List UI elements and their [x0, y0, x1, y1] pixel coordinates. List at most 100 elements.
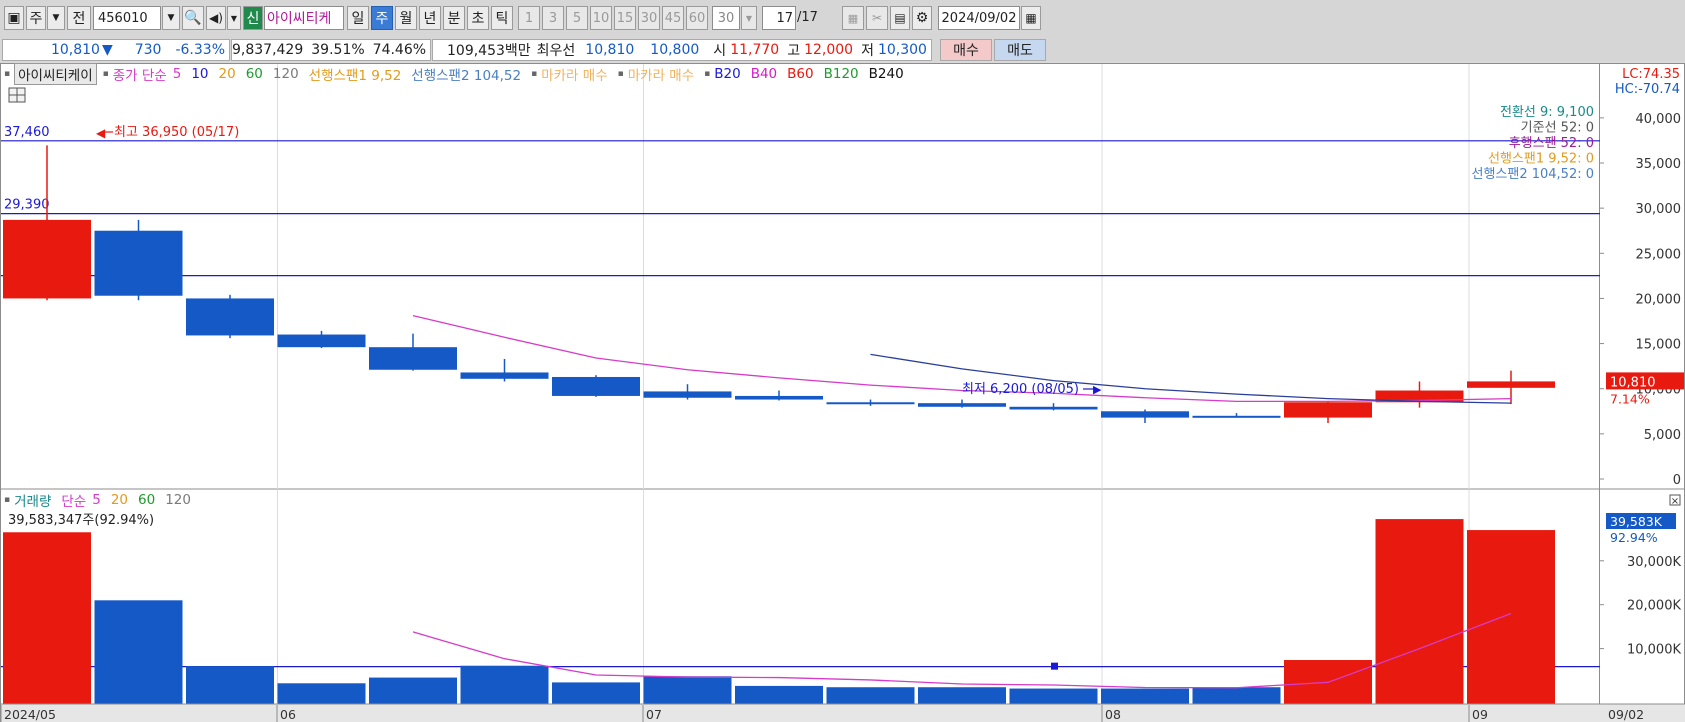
candlestick-chart[interactable]: 37,46029,39022,529◀최고 36,950 (05/17)최저 6…	[1, 64, 1601, 722]
zoom-out-icon[interactable]: ✂	[866, 6, 888, 30]
quote-volume-cell: 9,837,429 39.51% 74.46%	[231, 39, 431, 61]
volume-bar	[460, 665, 549, 705]
best-bid: 10,800	[650, 42, 700, 58]
volume-bar	[918, 687, 1006, 705]
interval-60[interactable]: 60	[686, 6, 708, 30]
stock-name: 아이씨티케	[264, 6, 344, 30]
search-icon[interactable]: 🔍	[182, 6, 204, 30]
volume-bar	[1467, 530, 1555, 705]
volume-bar	[369, 677, 457, 705]
legend-makara2: 마카라 매수	[627, 68, 695, 84]
legend-b40: B40	[750, 66, 778, 82]
interval-dropdown-icon[interactable]: ▼	[741, 6, 757, 30]
ichimoku-readout: 후행스팬 52: 0	[1509, 135, 1594, 151]
reference-line-label: 29,390	[4, 198, 50, 213]
legend-b120: B120	[823, 66, 859, 82]
high-price: 12,000	[804, 42, 854, 58]
stock-code-input[interactable]: 456010	[93, 6, 161, 30]
open-label: 시	[713, 43, 727, 59]
volume-bar	[826, 687, 915, 705]
save-icon[interactable]: ▤	[890, 6, 910, 30]
candle-body	[1467, 381, 1555, 388]
hc-readout: HC:-70.74	[1615, 82, 1680, 97]
candle-body	[94, 230, 183, 296]
quote-bar: 10,810 ▼ 730 -6.33% 9,837,429 39.51% 74.…	[0, 36, 1685, 61]
candle-body	[735, 395, 823, 400]
current-volume-label: 39,583K	[1610, 514, 1663, 529]
tab-tick[interactable]: 틱	[491, 6, 513, 30]
period-select[interactable]: 주	[26, 6, 46, 30]
volume-bar	[552, 682, 640, 705]
toolbar: ▣ 주 ▼ 전 456010 ▼ 🔍 ◀) ▼ 신 아이씨티케 일 주 월 년 …	[0, 0, 1685, 36]
legend-b240: B240	[868, 66, 904, 82]
page-input[interactable]: 17	[762, 6, 796, 30]
interval-30[interactable]: 30	[638, 6, 660, 30]
volume-bar	[1009, 688, 1098, 705]
x-axis-label: 06	[280, 707, 296, 722]
legend-ma-label: 종가 단순	[112, 68, 167, 84]
candle-body	[369, 347, 457, 370]
page-total: /17	[797, 10, 818, 25]
interval-15[interactable]: 15	[614, 6, 636, 30]
x-axis-label: 08	[1105, 707, 1121, 722]
buy-button[interactable]: 매수	[940, 39, 992, 61]
chevron-down-icon[interactable]: ▼	[47, 6, 65, 30]
x-axis-strip	[1, 704, 1601, 722]
legend-ma10: 10	[191, 66, 209, 82]
ichimoku-readout: 선행스팬1 9,52: 0	[1488, 151, 1594, 167]
interval-5[interactable]: 5	[566, 6, 588, 30]
x-axis-label: 2024/05	[4, 707, 56, 722]
zoom-in-icon[interactable]: ▦	[842, 6, 864, 30]
sound-dropdown-icon[interactable]: ▼	[227, 6, 241, 30]
current-price: 10,810	[50, 42, 100, 58]
close-pane-glyph: ×	[1671, 496, 1679, 507]
tab-week[interactable]: 주	[371, 6, 393, 30]
legend-ma20: 20	[218, 66, 236, 82]
trade-amount: 109,453백만	[447, 43, 531, 59]
down-arrow-icon: ▼	[101, 42, 113, 58]
candle-body	[826, 402, 915, 405]
legend-stock-name[interactable]: 아이씨티케이	[14, 63, 97, 85]
tab-minute[interactable]: 분	[443, 6, 465, 30]
interval-10[interactable]: 10	[590, 6, 612, 30]
prev-button[interactable]: 전	[67, 6, 91, 30]
high-annotation: 최고 36,950 (05/17)	[114, 125, 239, 140]
layout-icon[interactable]: ▣	[4, 6, 24, 30]
candle-body	[1009, 406, 1098, 410]
axis-date-label: 09/02	[1608, 707, 1644, 722]
price-axis[interactable]: LC:74.35 HC:-70.74 40,000 35,000 30,000 25,00…	[1600, 63, 1685, 722]
sell-button[interactable]: 매도	[994, 39, 1046, 61]
interval-1[interactable]: 1	[518, 6, 540, 30]
interval-input[interactable]: 30	[712, 6, 740, 30]
volume-label: 거래량	[14, 494, 52, 510]
volume-ma-label: 단순	[61, 494, 87, 510]
candle-body	[552, 376, 640, 396]
interval-45[interactable]: 45	[662, 6, 684, 30]
tab-second[interactable]: 초	[467, 6, 489, 30]
volume-tick-label: 30,000K	[1627, 555, 1681, 570]
current-price-label: 10,810	[1610, 375, 1656, 390]
legend-marker-icon: ▪	[617, 69, 624, 79]
low-arrow-icon: ▶	[1093, 383, 1102, 396]
candle-body	[918, 403, 1006, 407]
legend-makara1: 마카라 매수	[541, 68, 608, 84]
legend-marker-icon: ▪	[531, 69, 538, 79]
new-listing-badge: 신	[243, 6, 263, 30]
price-tick-label: 30,000	[1636, 202, 1682, 217]
date-input[interactable]: 2024/09/02	[938, 6, 1020, 30]
tab-day[interactable]: 일	[347, 6, 369, 30]
speaker-icon[interactable]: ◀)	[206, 6, 226, 30]
chart-area[interactable]: 37,46029,39022,529◀최고 36,950 (05/17)최저 6…	[0, 63, 1601, 722]
volume-current: 39,583,347주(92.94%)	[8, 513, 155, 528]
code-dropdown-icon[interactable]: ▼	[162, 6, 180, 30]
gear-icon[interactable]: ⚙	[912, 6, 932, 30]
volume-bar	[1375, 519, 1464, 705]
tab-year[interactable]: 년	[419, 6, 441, 30]
tab-month[interactable]: 월	[395, 6, 417, 30]
volume-bar	[186, 666, 274, 705]
volume-bar	[735, 685, 823, 705]
price-tick-label: 35,000	[1636, 157, 1682, 172]
calendar-icon[interactable]: ▦	[1021, 6, 1041, 30]
interval-3[interactable]: 3	[542, 6, 564, 30]
current-volume-percent: 92.94%	[1610, 530, 1658, 545]
